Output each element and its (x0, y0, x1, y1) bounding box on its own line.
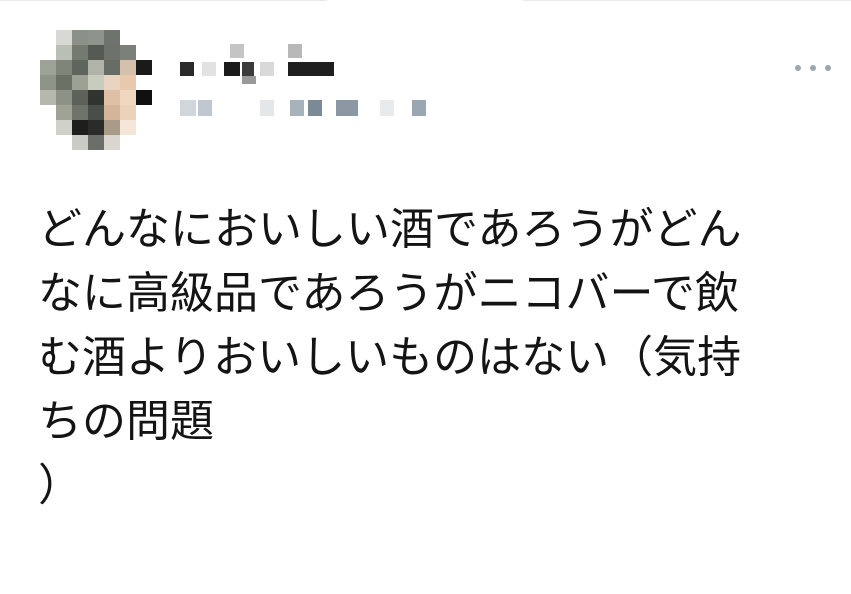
tweet-text-line: ちの問題 (38, 396, 214, 447)
more-options-icon[interactable] (795, 60, 831, 76)
tweet-text-line: む酒よりおいしいものはない（気持 (38, 332, 742, 383)
author-handle-blurred[interactable] (180, 100, 440, 120)
avatar[interactable] (40, 30, 152, 150)
author-name-blurred[interactable] (180, 44, 340, 84)
top-divider-left (0, 0, 326, 1)
dot-icon (825, 65, 831, 71)
tweet-text: どんなにおいしい酒であろうがどん なに高級品であろうがニコバーで飲 む酒よりおい… (38, 198, 818, 518)
dot-icon (810, 65, 816, 71)
tweet-text-line: なに高級品であろうがニコバーで飲 (38, 268, 739, 319)
tweet-text-line: ） (38, 460, 82, 511)
tweet-text-line: どんなにおいしい酒であろうがどん (38, 204, 742, 255)
top-divider-right (523, 0, 851, 1)
dot-icon (795, 65, 801, 71)
